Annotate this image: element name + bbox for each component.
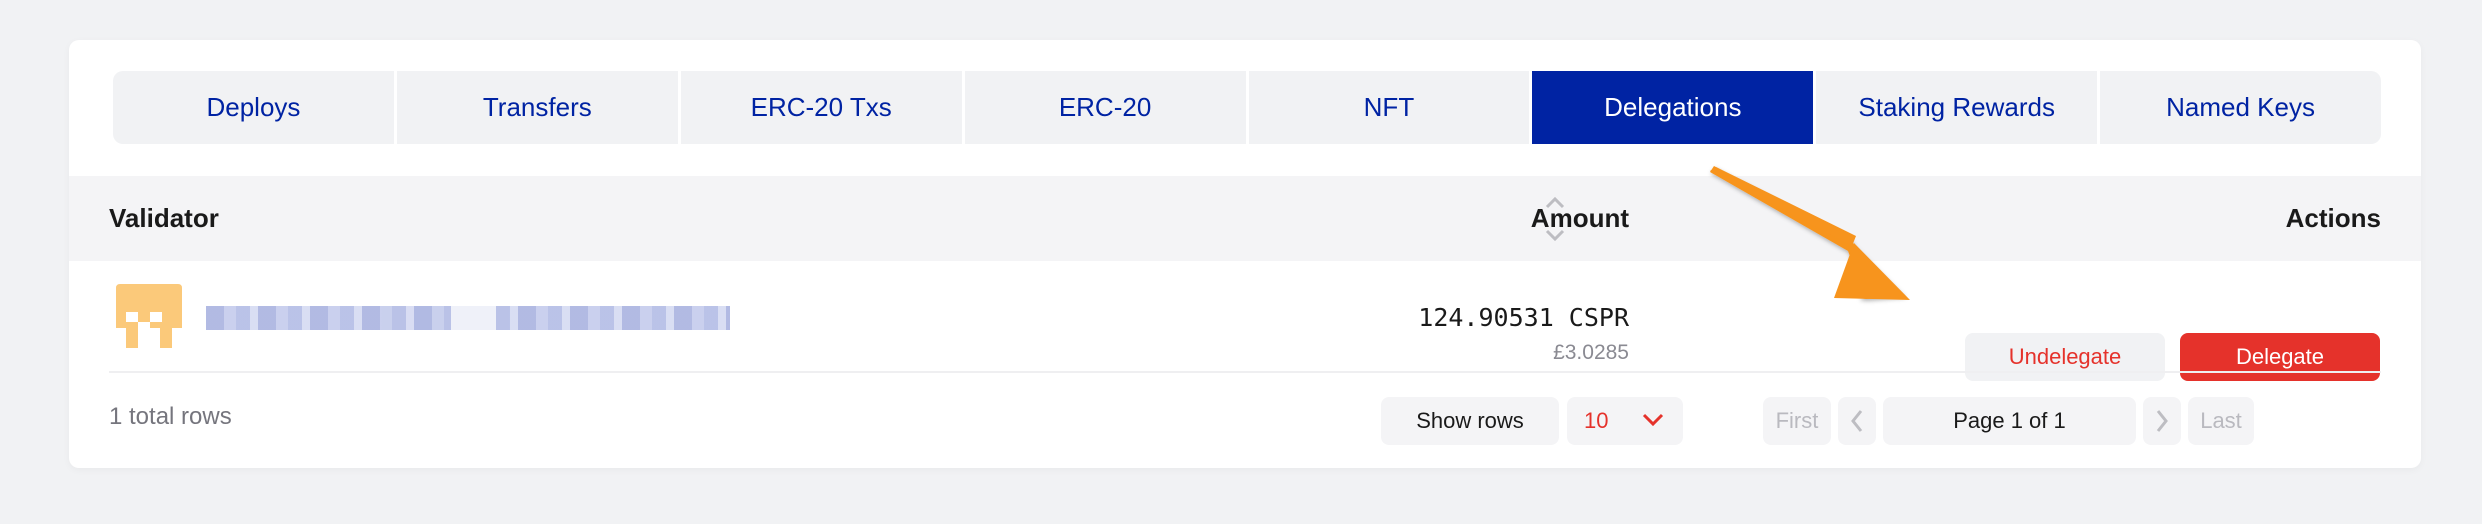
tab-transfers[interactable]: Transfers: [396, 71, 678, 144]
tab-bar: Deploys Transfers ERC-20 Txs ERC-20 NFT …: [113, 71, 2381, 144]
validator-hash-link[interactable]: [206, 306, 730, 330]
undelegate-button[interactable]: Undelegate: [1965, 333, 2165, 381]
tab-erc20[interactable]: ERC-20: [964, 71, 1246, 144]
sort-icon[interactable]: [1542, 190, 1568, 248]
column-header-validator: Validator: [109, 203, 219, 233]
tab-deploys[interactable]: Deploys: [113, 71, 394, 144]
delegations-card: Deploys Transfers ERC-20 Txs ERC-20 NFT …: [69, 40, 2421, 468]
delegate-button[interactable]: Delegate: [2180, 333, 2380, 381]
amount-value: 124.90531 CSPR: [1418, 303, 1629, 332]
row-divider: [109, 371, 2381, 373]
total-rows-count: 1 total rows: [109, 403, 232, 430]
chevron-left-icon: [1851, 410, 1863, 432]
show-rows-label: Show rows: [1381, 397, 1559, 445]
table-row: 124.90531 CSPR £3.0285 Undelegate Delega…: [69, 261, 2421, 381]
chevron-right-icon: [2156, 410, 2168, 432]
tab-erc20-txs[interactable]: ERC-20 Txs: [680, 71, 962, 144]
tab-staking-rewards[interactable]: Staking Rewards: [1816, 71, 2098, 144]
previous-page-button[interactable]: [1838, 397, 1876, 445]
chevron-down-icon: [1642, 413, 1664, 427]
column-header-actions: Actions: [2285, 203, 2381, 233]
table-header: Validator Amount Actions: [69, 176, 2421, 261]
amount-fiat-value: £3.0285: [1553, 341, 1629, 364]
first-page-button[interactable]: First: [1763, 397, 1831, 445]
tab-named-keys[interactable]: Named Keys: [2100, 71, 2381, 144]
page-indicator: Page 1 of 1: [1883, 397, 2136, 445]
pixel-avatar-icon: [116, 284, 182, 348]
validator-hash-separator: [451, 306, 496, 330]
next-page-button[interactable]: [2143, 397, 2181, 445]
tab-delegations[interactable]: Delegations: [1532, 71, 1814, 144]
rows-per-page-select[interactable]: 10: [1567, 397, 1683, 445]
tab-nft[interactable]: NFT: [1248, 71, 1530, 144]
last-page-button[interactable]: Last: [2188, 397, 2254, 445]
rows-per-page-value: 10: [1584, 408, 1609, 433]
